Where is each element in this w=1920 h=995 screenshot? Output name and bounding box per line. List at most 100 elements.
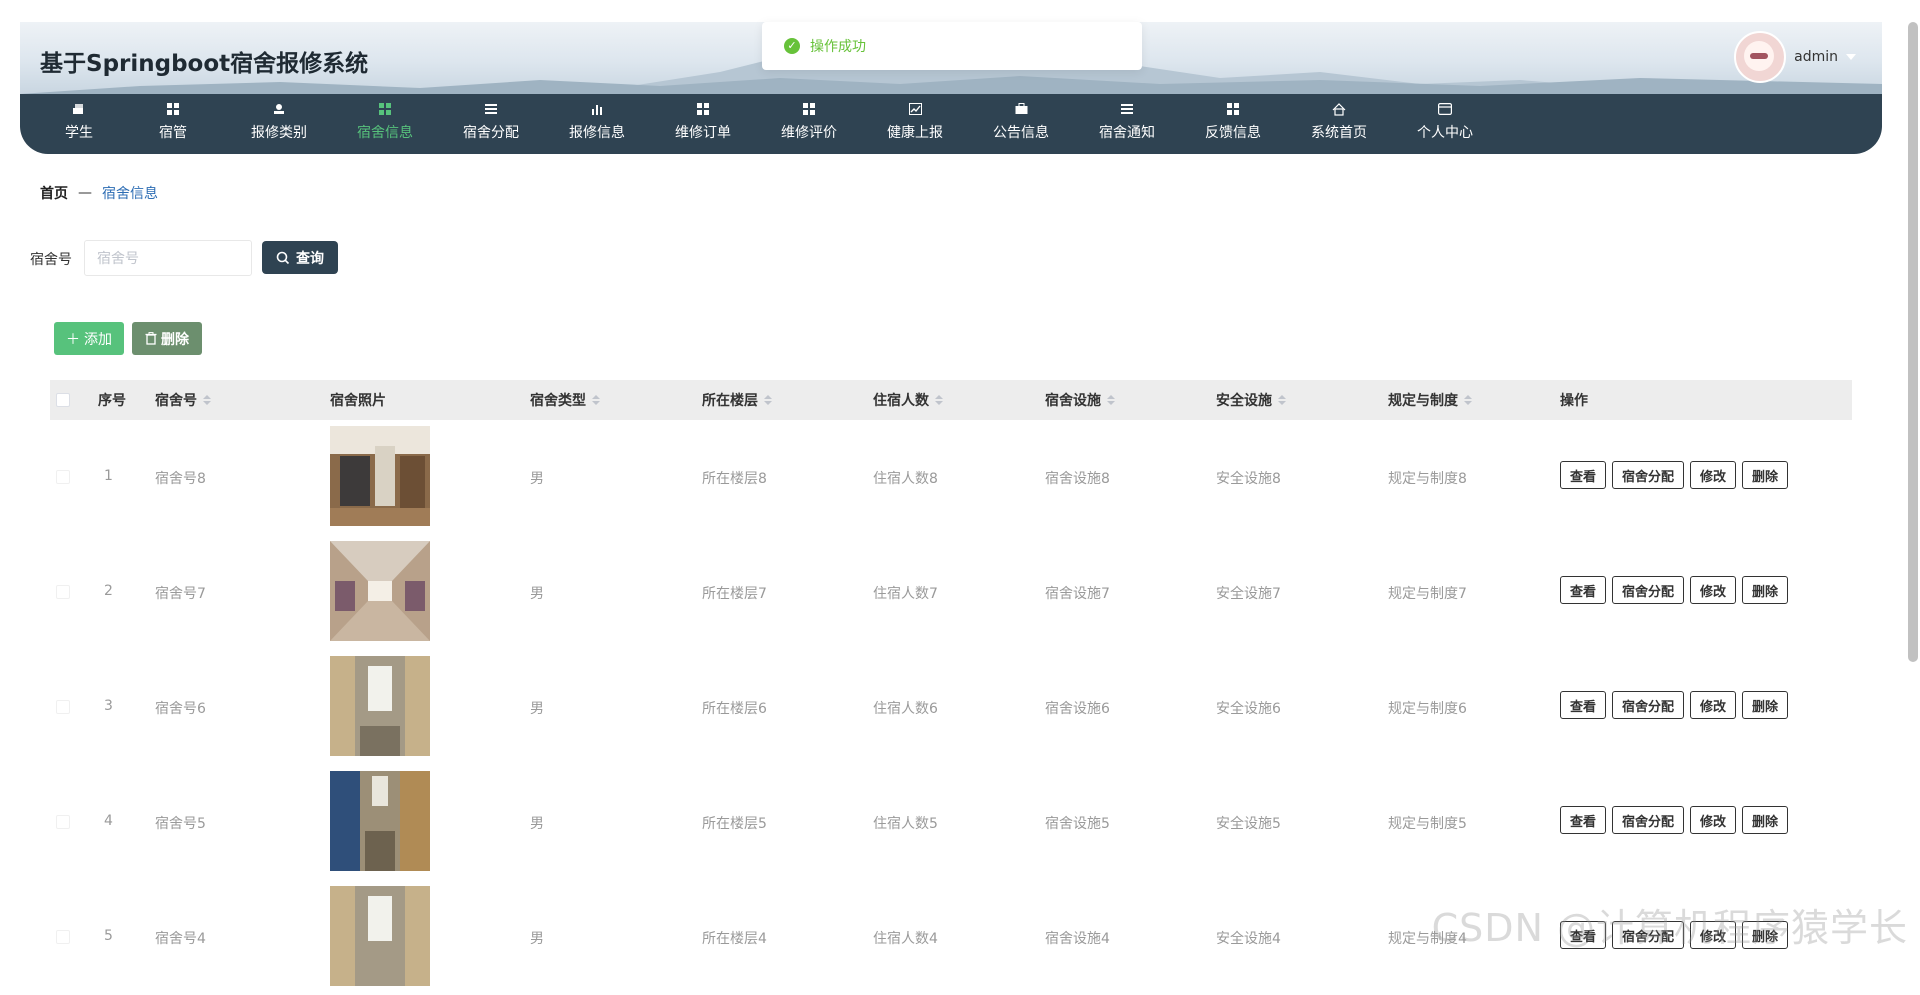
nav-item-3[interactable]: 宿舍信息 (332, 94, 438, 150)
nav-item-2[interactable]: 报修类别 (226, 94, 332, 150)
sort-icon[interactable] (592, 395, 600, 405)
delete-button[interactable]: 删除 (1742, 461, 1789, 489)
delete-button-label: 删除 (161, 331, 189, 348)
column-header[interactable]: 规定与制度 (1388, 390, 1472, 410)
occupancy: 住宿人数6 (873, 701, 938, 717)
floor: 所在楼层4 (702, 931, 767, 947)
dorm-photo[interactable] (330, 426, 430, 526)
nav-item-label: 反馈信息 (1205, 125, 1261, 141)
dorm-photo[interactable] (330, 541, 430, 641)
success-toast: ✓ 操作成功 (762, 22, 1142, 70)
edit-button[interactable]: 修改 (1690, 461, 1737, 489)
column-header[interactable]: 住宿人数 (873, 390, 943, 410)
nav-item-9[interactable]: 公告信息 (968, 94, 1074, 150)
home-icon (1332, 102, 1346, 116)
row-index: 5 (104, 928, 113, 944)
column-header[interactable]: 安全设施 (1216, 390, 1286, 410)
delete-button[interactable]: 删除 (1742, 576, 1789, 604)
breadcrumb-home[interactable]: 首页 (40, 183, 68, 203)
dorm-photo[interactable] (330, 886, 430, 986)
assign-dorm-button[interactable]: 宿舍分配 (1612, 691, 1685, 719)
row-checkbox[interactable] (56, 700, 70, 714)
column-header[interactable]: 所在楼层 (702, 390, 772, 410)
assign-dorm-button[interactable]: 宿舍分配 (1612, 806, 1685, 834)
select-all-checkbox[interactable] (56, 393, 70, 407)
row-checkbox[interactable] (56, 470, 70, 484)
sort-icon[interactable] (935, 395, 943, 405)
occupancy: 住宿人数7 (873, 586, 938, 602)
column-header[interactable]: 宿舍设施 (1045, 390, 1115, 410)
floor: 所在楼层8 (702, 471, 767, 487)
delete-button[interactable]: 删除 (1742, 691, 1789, 719)
safety-facilities: 安全设施4 (1216, 931, 1281, 947)
nav-item-12[interactable]: 系统首页 (1286, 94, 1392, 150)
dorm-photo[interactable] (330, 656, 430, 756)
floor: 所在楼层7 (702, 586, 767, 602)
nav-item-7[interactable]: 维修评价 (756, 94, 862, 150)
row-index: 1 (104, 468, 113, 484)
batch-delete-button[interactable]: 删除 (132, 322, 202, 355)
sort-icon[interactable] (1107, 395, 1115, 405)
row-checkbox[interactable] (56, 585, 70, 599)
username[interactable]: admin (1794, 49, 1838, 65)
delete-button[interactable]: 删除 (1742, 806, 1789, 834)
view-button[interactable]: 查看 (1560, 576, 1607, 604)
nav-item-label: 健康上报 (887, 125, 943, 141)
sort-icon[interactable] (1464, 395, 1472, 405)
row-checkbox[interactable] (56, 815, 70, 829)
nav-item-11[interactable]: 反馈信息 (1180, 94, 1286, 150)
sort-icon[interactable] (1278, 395, 1286, 405)
add-button[interactable]: ＋ 添加 (54, 322, 124, 355)
room-number-input[interactable] (84, 240, 252, 276)
column-header: 操作 (1560, 390, 1588, 410)
user-menu[interactable]: admin (1734, 31, 1856, 83)
nav-item-label: 维修评价 (781, 125, 837, 141)
row-actions: 查看 宿舍分配 修改 删除 (1560, 691, 1789, 719)
view-button[interactable]: 查看 (1560, 691, 1607, 719)
column-header-label: 宿舍设施 (1045, 393, 1101, 409)
dorm-photo[interactable] (330, 771, 430, 871)
column-header[interactable]: 宿舍类型 (530, 390, 600, 410)
column-header-label: 宿舍号 (155, 393, 197, 409)
view-button[interactable]: 查看 (1560, 806, 1607, 834)
dorm-facilities: 宿舍设施6 (1045, 701, 1110, 717)
dorm-facilities: 宿舍设施4 (1045, 931, 1110, 947)
nav-item-label: 宿舍分配 (463, 125, 519, 141)
edit-button[interactable]: 修改 (1690, 806, 1737, 834)
search-button[interactable]: 查询 (262, 241, 338, 274)
header-checkbox-cell (56, 393, 70, 407)
chevron-down-icon[interactable] (1846, 54, 1856, 60)
nav-item-6[interactable]: 维修订单 (650, 94, 756, 150)
nav-item-10[interactable]: 宿舍通知 (1074, 94, 1180, 150)
nav-item-8[interactable]: 健康上报 (862, 94, 968, 150)
view-button[interactable]: 查看 (1560, 461, 1607, 489)
column-header[interactable]: 宿舍号 (155, 390, 211, 410)
nav-item-1[interactable]: 宿管 (120, 94, 226, 150)
row-checkbox[interactable] (56, 930, 70, 944)
avatar[interactable] (1734, 31, 1787, 83)
column-header-label: 所在楼层 (702, 393, 758, 409)
trend-icon (908, 102, 922, 116)
scrollbar[interactable] (1908, 22, 1918, 662)
assign-dorm-button[interactable]: 宿舍分配 (1612, 576, 1685, 604)
edit-button[interactable]: 修改 (1690, 691, 1737, 719)
edit-button[interactable]: 修改 (1690, 576, 1737, 604)
assign-dorm-button[interactable]: 宿舍分配 (1612, 461, 1685, 489)
sort-icon[interactable] (203, 395, 211, 405)
list-icon (484, 102, 498, 116)
nav-item-13[interactable]: 个人中心 (1392, 94, 1498, 150)
sort-icon[interactable] (764, 395, 772, 405)
nav-item-label: 宿舍信息 (357, 125, 413, 141)
dorm-facilities: 宿舍设施8 (1045, 471, 1110, 487)
dorm-type: 男 (530, 931, 544, 947)
nav-item-label: 公告信息 (993, 125, 1049, 141)
nav-item-0[interactable]: 学生 (38, 94, 120, 150)
room-number: 宿舍号7 (155, 586, 206, 602)
table-row: 1 宿舍号8 男 所在楼层8 住宿人数8 宿舍设施8 安全设施8 规定与制度8 查看 宿舍分配 修改… (50, 420, 1852, 535)
nav-item-4[interactable]: 宿舍分配 (438, 94, 544, 150)
list-icon (1120, 102, 1134, 116)
dorm-type: 男 (530, 701, 544, 717)
nav-item-label: 个人中心 (1417, 125, 1473, 141)
room-number: 宿舍号6 (155, 701, 206, 717)
nav-item-5[interactable]: 报修信息 (544, 94, 650, 150)
